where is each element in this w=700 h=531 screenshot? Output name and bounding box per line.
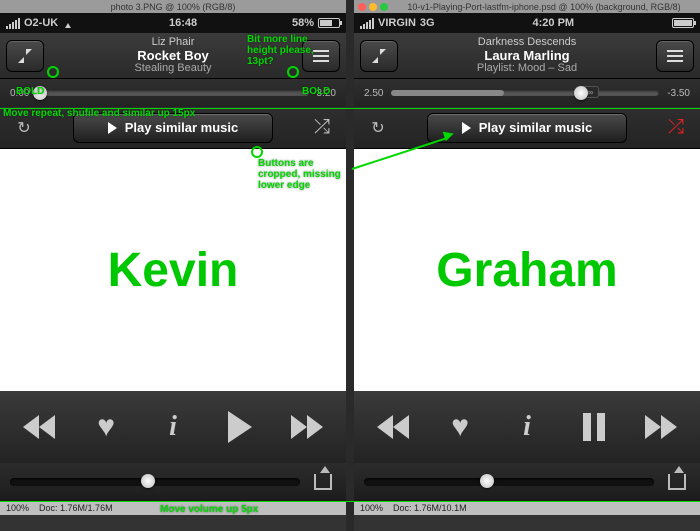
os-tab-title: photo 3.PNG @ 100% (RGB/8) bbox=[4, 2, 342, 12]
collapse-button[interactable] bbox=[360, 40, 398, 72]
time-remaining: 3:20 bbox=[317, 88, 336, 99]
scrubber-row: 0:00 3:20 bbox=[0, 79, 346, 107]
forward-button[interactable] bbox=[284, 404, 330, 450]
doc-info: Doc: 1.76M/1.76M bbox=[39, 503, 113, 513]
traffic-lights[interactable] bbox=[358, 3, 388, 11]
signal-icon bbox=[360, 18, 374, 29]
share-button[interactable] bbox=[664, 471, 690, 493]
time-remaining: -3.50 bbox=[667, 88, 690, 99]
volume-row bbox=[354, 463, 700, 501]
rewind-icon bbox=[23, 415, 55, 439]
share-button[interactable] bbox=[310, 471, 336, 493]
zoom-label: 100% bbox=[360, 503, 383, 513]
pause-button[interactable] bbox=[571, 404, 617, 450]
wifi-icon bbox=[62, 18, 74, 28]
transport-bar: ♥ i bbox=[0, 391, 346, 463]
play-similar-button[interactable]: Play similar music bbox=[73, 113, 273, 143]
clock: 4:20 PM bbox=[533, 17, 575, 29]
rewind-button[interactable] bbox=[370, 404, 416, 450]
transport-bar: ♥ i bbox=[354, 391, 700, 463]
forward-icon bbox=[645, 415, 677, 439]
iphone-statusbar: O2-UK 16:48 58% bbox=[0, 13, 346, 33]
mockup-right: 10-v1-Playing-Port-lastfm-iphone.psd @ 1… bbox=[354, 0, 700, 531]
track-label: Laura Marling bbox=[404, 49, 650, 62]
rewind-button[interactable] bbox=[16, 404, 62, 450]
repeat-button[interactable] bbox=[364, 116, 392, 140]
os-tabbar-right: 10-v1-Playing-Port-lastfm-iphone.psd @ 1… bbox=[354, 0, 700, 13]
pause-icon bbox=[583, 413, 605, 441]
play-big-icon bbox=[228, 411, 252, 443]
volume-slider[interactable] bbox=[364, 478, 654, 486]
time-elapsed: 0:00 bbox=[10, 88, 29, 99]
signal-icon bbox=[6, 18, 20, 29]
annot-circle bbox=[287, 66, 299, 78]
list-icon bbox=[667, 50, 683, 62]
album-art-area: Kevin bbox=[0, 149, 346, 391]
os-tabbar-left: photo 3.PNG @ 100% (RGB/8) bbox=[0, 0, 346, 13]
scrubber[interactable] bbox=[37, 90, 308, 96]
shuffle-button[interactable] bbox=[662, 116, 690, 140]
info-button[interactable]: i bbox=[504, 404, 550, 450]
doc-footer: 100% Doc: 1.76M/1.76M bbox=[0, 501, 346, 515]
repeat-button[interactable] bbox=[10, 116, 38, 140]
now-playing-titles: Darkness Descends Laura Marling Playlist… bbox=[404, 36, 650, 75]
shuffle-button[interactable] bbox=[308, 116, 336, 140]
share-icon bbox=[314, 474, 332, 490]
carrier-label: VIRGIN bbox=[378, 17, 416, 29]
network-label: 3G bbox=[420, 17, 435, 29]
scrubber-row: 2.50 ∞ -3.50 bbox=[354, 79, 700, 107]
share-icon bbox=[668, 474, 686, 490]
similar-row: Play similar music bbox=[0, 107, 346, 149]
now-playing-header: Darkness Descends Laura Marling Playlist… bbox=[354, 33, 700, 79]
guide-line bbox=[0, 108, 700, 109]
collapse-icon bbox=[372, 49, 386, 63]
annot-circle bbox=[251, 146, 263, 158]
play-similar-label: Play similar music bbox=[479, 120, 592, 135]
os-tab-title: 10-v1-Playing-Port-lastfm-iphone.psd @ 1… bbox=[392, 2, 696, 12]
tracklist-button[interactable] bbox=[656, 40, 694, 72]
doc-info: Doc: 1.76M/10.1M bbox=[393, 503, 467, 513]
battery-icon bbox=[672, 18, 694, 28]
carrier-label: O2-UK bbox=[24, 17, 58, 29]
doc-footer: 100% Doc: 1.76M/10.1M bbox=[354, 501, 700, 515]
album-art-area: Graham bbox=[354, 149, 700, 391]
info-button[interactable]: i bbox=[150, 404, 196, 450]
zoom-label: 100% bbox=[6, 503, 29, 513]
album-label: Stealing Beauty bbox=[50, 62, 296, 75]
play-similar-label: Play similar music bbox=[125, 120, 238, 135]
guide-line bbox=[0, 501, 700, 502]
reviewer-name: Kevin bbox=[108, 243, 239, 298]
collapse-icon bbox=[18, 49, 32, 63]
album-label: Playlist: Mood – Sad bbox=[404, 62, 650, 75]
play-similar-button[interactable]: Play similar music bbox=[427, 113, 627, 143]
collapse-button[interactable] bbox=[6, 40, 44, 72]
volume-slider[interactable] bbox=[10, 478, 300, 486]
forward-icon bbox=[291, 415, 323, 439]
love-button[interactable]: ♥ bbox=[83, 404, 129, 450]
now-playing-titles: Liz Phair Rocket Boy Stealing Beauty bbox=[50, 36, 296, 75]
similar-row: Play similar music bbox=[354, 107, 700, 149]
play-icon bbox=[108, 122, 117, 134]
battery-icon bbox=[318, 18, 340, 28]
play-button[interactable] bbox=[217, 404, 263, 450]
forward-button[interactable] bbox=[638, 404, 684, 450]
time-elapsed: 2.50 bbox=[364, 88, 383, 99]
battery-pct: 58% bbox=[292, 17, 314, 29]
mockup-left: photo 3.PNG @ 100% (RGB/8) O2-UK 16:48 5… bbox=[0, 0, 346, 531]
track-label: Rocket Boy bbox=[50, 49, 296, 62]
love-button[interactable]: ♥ bbox=[437, 404, 483, 450]
annot-circle bbox=[47, 66, 59, 78]
scrubber[interactable]: ∞ bbox=[391, 90, 659, 96]
volume-row bbox=[0, 463, 346, 501]
rewind-icon bbox=[377, 415, 409, 439]
reviewer-name: Graham bbox=[436, 243, 617, 298]
iphone-statusbar: VIRGIN 3G 4:20 PM bbox=[354, 13, 700, 33]
play-icon bbox=[462, 122, 471, 134]
tracklist-button[interactable] bbox=[302, 40, 340, 72]
clock: 16:48 bbox=[169, 17, 197, 29]
list-icon bbox=[313, 50, 329, 62]
